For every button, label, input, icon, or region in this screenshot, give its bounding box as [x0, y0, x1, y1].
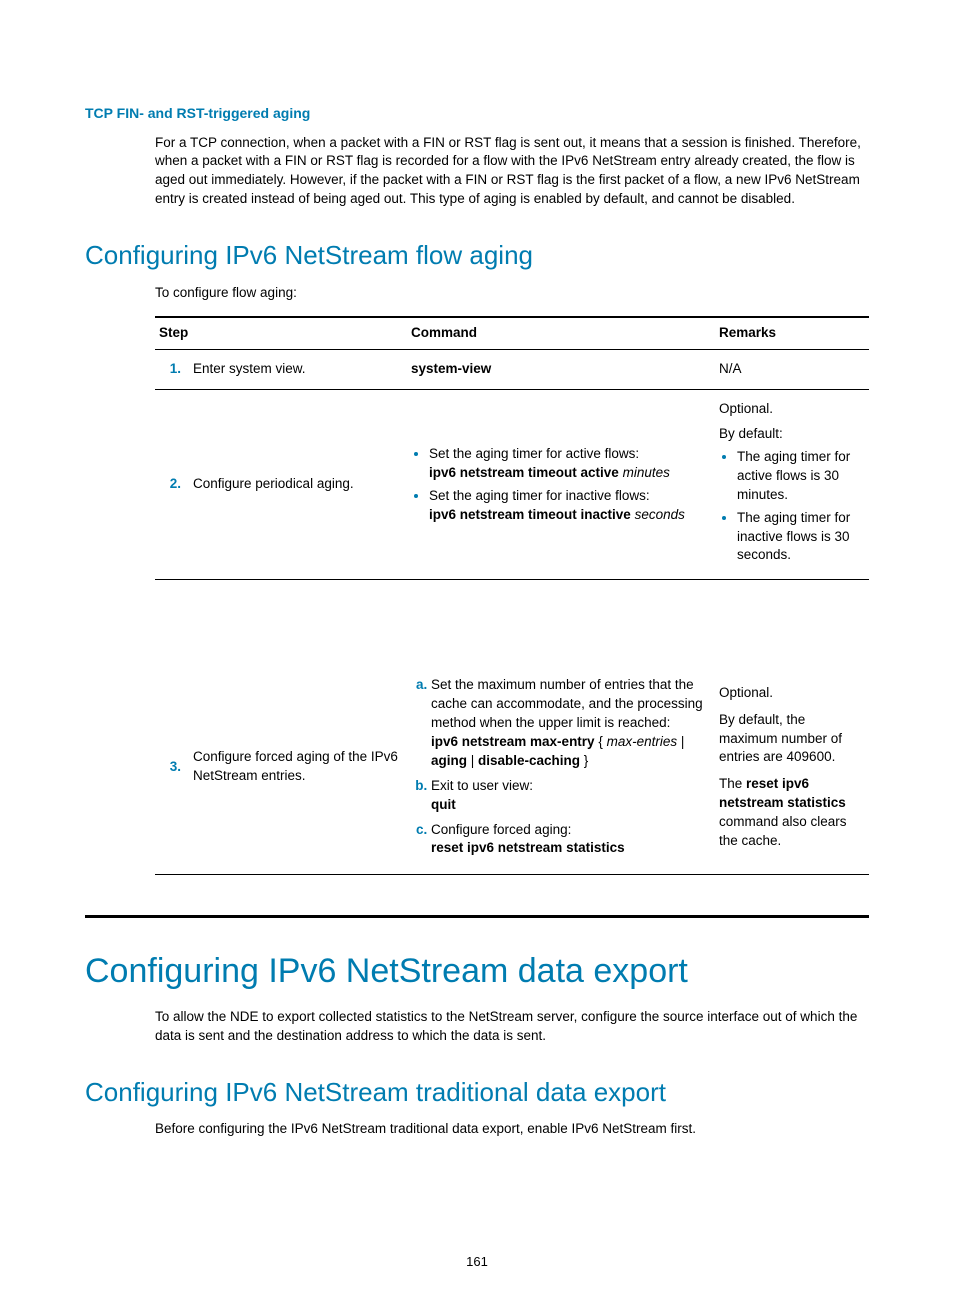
table-row: 3. Configure forced aging of the IPv6 Ne…	[155, 660, 869, 875]
page-container: TCP FIN- and RST-triggered aging For a T…	[0, 0, 954, 1296]
step-rem: N/A	[715, 350, 869, 390]
step-number: 1.	[155, 350, 189, 390]
list-item: Set the aging timer for inactive flows: …	[429, 487, 711, 525]
list-item: Set the aging timer for active flows: ip…	[429, 445, 711, 483]
step-cmd: Set the maximum number of entries that t…	[407, 660, 715, 875]
cmd-bold: quit	[431, 797, 456, 812]
flow-aging-table: Step Command Remarks 1. Enter system vie…	[155, 316, 869, 875]
cmd-text: Set the maximum number of entries that t…	[431, 677, 703, 730]
cmd-text: {	[595, 734, 607, 749]
cmd-bold: ipv6 netstream timeout inactive	[429, 507, 631, 522]
step-number: 2.	[155, 390, 189, 580]
list-item: The aging timer for active flows is 30 m…	[737, 448, 865, 505]
list-item: Set the maximum number of entries that t…	[431, 676, 711, 770]
heading-data-export: Configuring IPv6 NetStream data export	[85, 948, 869, 996]
list-item: The aging timer for inactive flows is 30…	[737, 509, 865, 566]
rem-text: By default, the maximum number of entrie…	[719, 711, 865, 768]
cmd-text: }	[580, 753, 588, 768]
paragraph-export-intro: To allow the NDE to export collected sta…	[155, 1008, 869, 1046]
cmd-bold: ipv6 netstream timeout active	[429, 465, 619, 480]
col-command: Command	[407, 317, 715, 349]
table-row: 2. Configure periodical aging. Set the a…	[155, 390, 869, 580]
cmd-text: |	[467, 753, 478, 768]
col-step: Step	[155, 317, 407, 349]
rem-span: The	[719, 776, 746, 791]
rem-span: command also clears the cache.	[719, 814, 847, 848]
step-desc: Configure periodical aging.	[189, 390, 407, 580]
cmd-bold: aging	[431, 753, 467, 768]
heading-tcp-fin: TCP FIN- and RST-triggered aging	[85, 104, 869, 124]
rem-text: By default:	[719, 425, 865, 444]
rem-text: Optional.	[719, 684, 865, 703]
cmd-text: Set the aging timer for inactive flows:	[429, 488, 650, 503]
heading-traditional-export: Configuring IPv6 NetStream traditional d…	[85, 1074, 869, 1110]
col-remarks: Remarks	[715, 317, 869, 349]
step-cmd: system-view	[407, 350, 715, 390]
cmd-text: Set the aging timer for active flows:	[429, 446, 639, 461]
section-divider	[85, 915, 869, 918]
list-item: Configure forced aging: reset ipv6 netst…	[431, 821, 711, 859]
step-desc: Configure forced aging of the IPv6 NetSt…	[189, 660, 407, 875]
page-number: 161	[0, 1253, 954, 1271]
paragraph-tcp: For a TCP connection, when a packet with…	[155, 134, 869, 210]
paragraph-traditional-intro: Before configuring the IPv6 NetStream tr…	[155, 1120, 869, 1139]
list-item: Exit to user view: quit	[431, 777, 711, 815]
paragraph-flow-aging-intro: To configure flow aging:	[155, 284, 869, 303]
cmd-italic: seconds	[635, 507, 685, 522]
cmd-text: Configure forced aging:	[431, 822, 571, 837]
cmd-text: Exit to user view:	[431, 778, 533, 793]
cmd-bold: ipv6 netstream max-entry	[431, 734, 595, 749]
table-row: 1. Enter system view. system-view N/A	[155, 350, 869, 390]
rem-text: The reset ipv6 netstream statistics comm…	[719, 775, 865, 851]
rem-text: Optional.	[719, 400, 865, 419]
cmd-italic: max-entries	[607, 734, 678, 749]
step-number: 3.	[155, 660, 189, 875]
table-spacer-row	[155, 580, 869, 661]
cmd-bold: disable-caching	[478, 753, 580, 768]
step-desc: Enter system view.	[189, 350, 407, 390]
heading-flow-aging: Configuring IPv6 NetStream flow aging	[85, 237, 869, 273]
step-cmd: Set the aging timer for active flows: ip…	[407, 390, 715, 580]
cmd-italic: minutes	[623, 465, 670, 480]
table-header-row: Step Command Remarks	[155, 317, 869, 349]
step-rem: Optional. By default, the maximum number…	[715, 660, 869, 875]
cmd-bold: reset ipv6 netstream statistics	[431, 840, 625, 855]
step-rem: Optional. By default: The aging timer fo…	[715, 390, 869, 580]
cmd-text: |	[677, 734, 684, 749]
